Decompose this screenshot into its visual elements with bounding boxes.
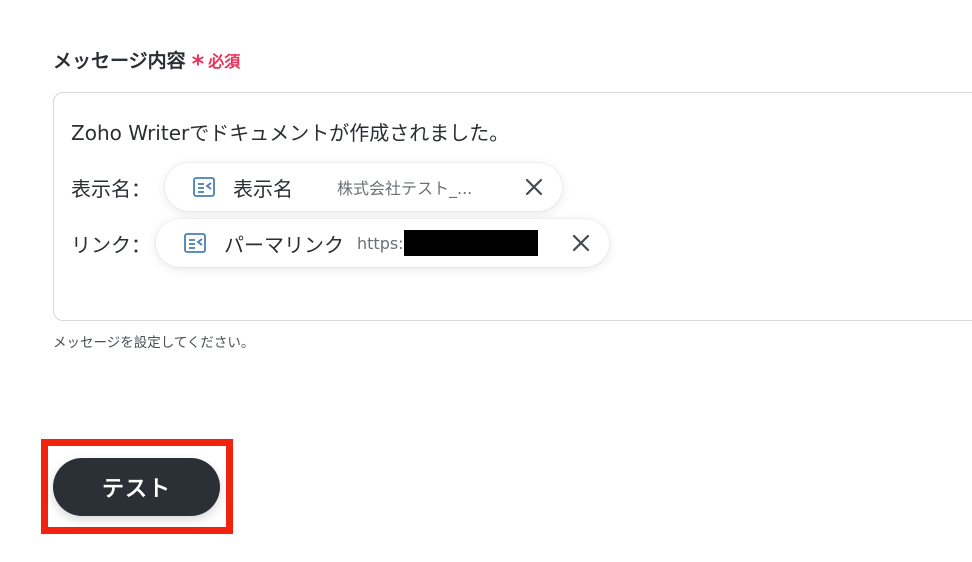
- pill-value: https:: [357, 233, 404, 253]
- required-text: 必須: [208, 51, 241, 71]
- required-star: *: [191, 49, 205, 78]
- pill-label: パーマリンク: [224, 232, 344, 257]
- document-icon: [191, 175, 217, 199]
- pill-label: 表示名: [233, 176, 293, 201]
- variable-pill-display-name[interactable]: 表示名 株式会社テスト_...: [165, 163, 562, 211]
- document-icon: [182, 231, 208, 255]
- message-textarea[interactable]: Zoho Writerでドキュメントが作成されました。 表示名： リンク： 表示…: [53, 92, 972, 321]
- variable-pill-permalink[interactable]: パーマリンク https:: [156, 219, 609, 267]
- pill-value: 株式会社テスト_...: [337, 179, 473, 198]
- field-label-text: メッセージ内容: [53, 50, 186, 72]
- message-line-1: Zoho Writerでドキュメントが作成されました。: [71, 121, 510, 145]
- close-icon[interactable]: [523, 176, 545, 198]
- redacted-block: [403, 230, 538, 256]
- message-line-2-label: 表示名：: [71, 177, 151, 201]
- message-line-3-label: リンク：: [71, 233, 151, 257]
- helper-text: メッセージを設定してください。: [53, 335, 255, 351]
- field-label: メッセージ内容 * 必須: [53, 46, 241, 78]
- close-icon[interactable]: [570, 232, 592, 254]
- test-button[interactable]: テスト: [53, 458, 220, 516]
